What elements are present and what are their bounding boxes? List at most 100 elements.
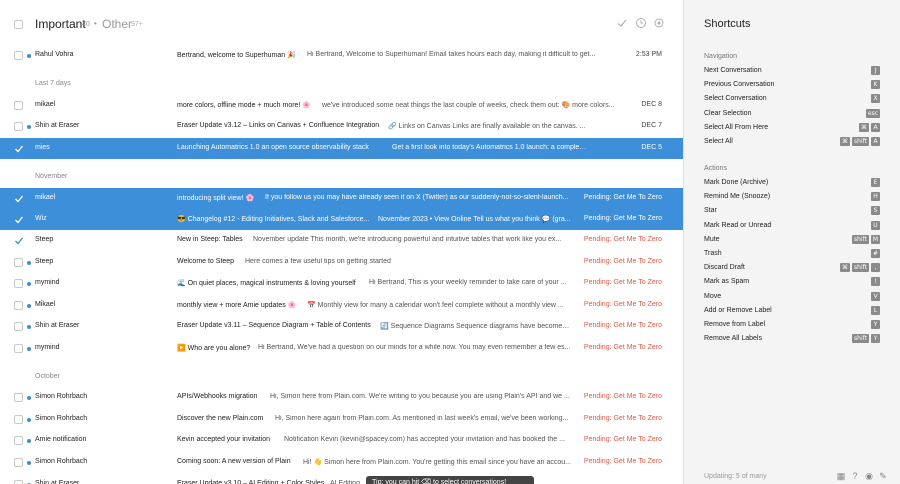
row-preview: Hi Bertrand, This is your weekly reminde… [369,279,567,286]
key-cap: ! [871,277,880,287]
shortcut-label: Mark Done (Archive) [704,179,769,186]
conversation-row[interactable]: mymind ▶️ Who are you alone? Hi Bertrand, … [0,338,683,359]
row-sender: Steep [35,236,54,243]
help-icon[interactable]: ? [850,471,860,481]
row-checkbox[interactable] [14,480,23,484]
shortcut-row: Previous Conversation K [704,80,894,92]
shortcut-row: Select Conversation X [704,94,894,106]
row-checkbox[interactable] [14,215,24,224]
select-all-checkbox[interactable] [14,20,23,29]
unread-dot [27,282,31,286]
key-cap: Y [871,320,880,329]
actions-heading: Actions [704,165,727,172]
conversation-row[interactable]: Shin at Eraser Eraser Update v3.11 – Sequ… [0,316,683,337]
row-checkbox[interactable] [14,279,23,288]
row-sender: Simon Rohrbach [35,393,88,400]
conversation-row[interactable]: mies Launching Automatrics 1.0 an open so… [0,138,683,159]
conversation-row[interactable]: Mikael monthly view + more Amie updates 🌸… [0,295,683,316]
conversation-row[interactable]: mikael introducing split view! 🌸 If you fo… [0,188,683,209]
key-cap: Y [871,334,880,344]
conversation-row[interactable]: Simon Rohrbach APIs/Webhooks migration Hi,… [0,387,683,408]
row-checkbox[interactable] [14,322,23,331]
settings-icon[interactable] [653,17,665,29]
conversation-row[interactable]: Steep New in Steep: Tables November update… [0,230,683,251]
row-subject: Coming soon: A new version of Plain [177,458,291,465]
row-date: DEC 7 [641,122,662,129]
row-checkbox[interactable] [14,436,23,445]
row-checkbox[interactable] [14,101,23,110]
person-icon[interactable]: ◉ [864,471,874,481]
row-reminder-status: Pending: Get Me To Zero [583,194,662,201]
row-reminder-status: Pending: Get Me To Zero [583,215,662,222]
conversation-row[interactable]: mikael more colors, offline mode + much m… [0,95,683,116]
shortcut-keys: X [871,94,880,104]
clock-icon[interactable] [635,17,647,29]
important-count: 40 [82,21,90,28]
row-reminder-status: Pending: Get Me To Zero [583,236,662,243]
section-october: October [35,373,60,380]
conversation-row[interactable]: Shin at Eraser Eraser Update v3.12 – Link… [0,116,683,137]
row-checkbox[interactable] [14,144,24,153]
check-icon [15,195,24,203]
key-cap: A [871,122,880,132]
key-cap: , [871,263,880,273]
row-reminder-status: Pending: Get Me To Zero [583,258,662,265]
row-sender: mymind [35,279,60,286]
row-reminder-status: Pending: Get Me To Zero [583,301,662,308]
shortcut-row: Star S [704,206,894,218]
row-preview: Hi! 👋 Simon here from Plain.com. You're … [303,459,572,466]
row-checkbox[interactable] [14,301,23,310]
row-sender: Mikael [35,301,56,308]
calendar-icon[interactable]: ▦ [836,471,846,481]
key-cap: V [871,291,880,301]
row-reminder-status: Pending: Get Me To Zero [583,279,662,286]
conversation-row[interactable]: Shin at Eraser Eraser Update v3.10 – AI E… [0,474,683,484]
tab-other[interactable]: Other [102,17,132,31]
row-subject: Discover the new Plain.com [177,415,264,422]
row-checkbox[interactable] [14,415,23,424]
conversation-row[interactable]: Simon Rohrbach Discover the new Plain.com… [0,409,683,430]
tab-separator: • [94,19,97,28]
row-sender: Simon Rohrbach [35,415,88,422]
conversation-row[interactable]: Simon Rohrbach Coming soon: A new version… [0,452,683,473]
row-reminder-status: Pending: Get Me To Zero [583,322,662,329]
unread-dot [27,418,31,422]
shortcut-label: Discard Draft [704,264,745,272]
row-preview: Hi Bertrand, Welcome to Superhuman! Emai… [307,51,596,58]
unread-dot [27,54,31,58]
row-checkbox[interactable] [14,236,24,245]
row-preview: Notification Kevin (kevin@spacey.com) ha… [284,436,565,443]
row-sender: Steep [35,258,54,265]
row-checkbox[interactable] [14,194,24,203]
row-preview: November 2023 • View Online Tell us what… [378,216,571,223]
row-sender: mikael [35,194,56,201]
conversation-row[interactable]: Amie notification Kevin accepted your inv… [0,430,683,451]
shortcuts-panel: Shortcuts Navigation Next Conversation J P… [683,0,900,484]
tip-tooltip: Tip: you can hit ⌫ to select conversatio… [366,476,534,484]
unread-dot [27,125,31,129]
shortcut-row: Remove from Label Y [704,320,894,332]
inbox-pane: Important 40 • Other 97+ Last 7 days Nov… [0,0,683,484]
conversation-row[interactable]: mymind 🌊 On quiet places, magical instrum… [0,273,683,294]
tab-important[interactable]: Important [35,17,86,31]
shortcuts-title: Shortcuts [704,18,751,30]
conversation-row[interactable]: Steep Welcome to Steep Here comes a few us… [0,252,683,273]
row-checkbox[interactable] [14,344,23,353]
conversation-row[interactable]: Rahul Vohra Bertrand, welcome to Superhum… [0,45,683,66]
compose-icon[interactable]: ✎ [878,471,888,481]
key-cap: # [870,249,880,258]
row-subject: 😎 Changelog #12 - Editing Initiatives, S… [177,216,370,223]
conversation-row[interactable]: Wiz 😎 Changelog #12 - Editing Initiatives… [0,209,683,230]
key-cap: ⌘ [840,137,851,146]
row-checkbox[interactable] [14,393,23,402]
row-checkbox[interactable] [14,122,23,131]
row-checkbox[interactable] [14,258,23,267]
row-checkbox[interactable] [14,458,23,467]
row-subject: introducing split view! 🌸 [177,195,255,202]
check-icon[interactable] [616,17,628,29]
unread-dot [27,304,31,308]
row-subject: monthly view + more Amie updates 🌸 [177,302,297,309]
shortcut-label: Select All [704,138,733,145]
row-date: DEC 8 [641,101,662,108]
row-checkbox[interactable] [14,51,23,60]
